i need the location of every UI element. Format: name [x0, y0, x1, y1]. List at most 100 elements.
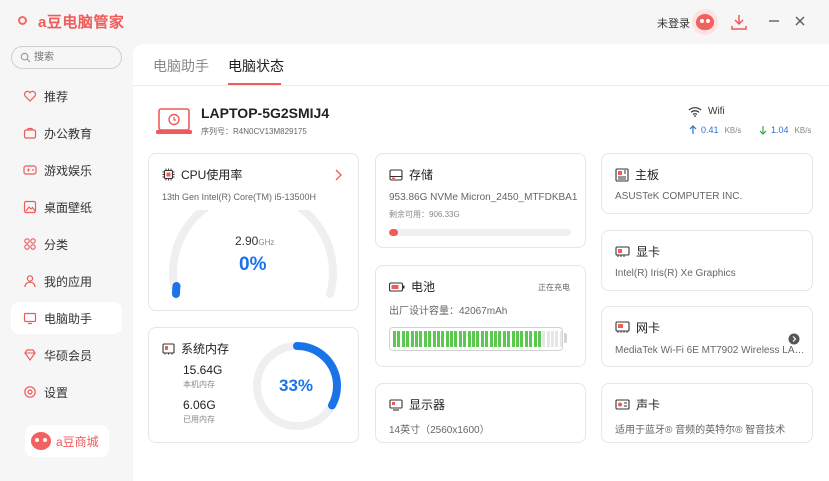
tab-pc-assistant[interactable]: 电脑助手	[153, 56, 209, 76]
sidebar-item-office-education[interactable]: 办公教育	[11, 117, 122, 149]
sidebar-item-label: 游戏娱乐	[44, 163, 93, 178]
memory-card[interactable]: 系统内存 15.64G 本机内存 6.06G 已用内存 33%	[148, 327, 359, 443]
cpu-title: CPU使用率	[162, 166, 242, 183]
battery-cell	[493, 331, 497, 347]
cpu-card[interactable]: CPU使用率 13th Gen Intel(R) Core(TM) i5-135…	[148, 153, 359, 311]
tab-pc-status[interactable]: 电脑状态	[228, 56, 284, 76]
battery-cell	[436, 331, 440, 347]
upload-value: 0.41	[701, 125, 719, 135]
search-input[interactable]	[34, 50, 116, 65]
close-icon[interactable]	[792, 13, 808, 29]
nic-card[interactable]: 网卡 MediaTek Wi-Fi 6E MT7902 Wireless LAN…	[601, 306, 813, 367]
sound-card[interactable]: 声卡 适用于蓝牙® 音频的英特尔® 智音技术	[601, 383, 813, 443]
sidebar-item-label: 桌面壁纸	[44, 200, 93, 215]
briefcase-icon	[23, 127, 37, 139]
nic-name: MediaTek Wi-Fi 6E MT7902 Wireless LAN...	[615, 345, 807, 356]
sidebar-item-games[interactable]: 游戏娱乐	[11, 154, 122, 186]
memory-used: 6.06G	[183, 398, 216, 412]
cpu-model: 13th Gen Intel(R) Core(TM) i5-13500H	[162, 192, 317, 202]
battery-icon	[389, 281, 405, 292]
sidebar-item-settings[interactable]: 设置	[11, 376, 122, 408]
display-card[interactable]: 显示器 14英寸（2560x1600）	[375, 383, 586, 443]
gamepad-icon	[23, 165, 37, 175]
arrow-up-icon	[689, 125, 697, 134]
storage-free: 剩余可用：906.33G	[389, 210, 460, 219]
sidebar-item-category[interactable]: 分类	[11, 228, 122, 260]
sidebar-item-pc-assistant[interactable]: 电脑助手	[11, 302, 122, 334]
shop-label: a豆商城	[56, 434, 99, 449]
motherboard-icon	[615, 167, 629, 182]
sound-card-icon	[615, 398, 630, 410]
title-bar: a豆电脑管家 未登录	[0, 0, 829, 44]
battery-cell	[423, 331, 427, 347]
memory-title: 系统内存	[162, 340, 229, 357]
mascot-icon	[696, 14, 714, 30]
monitor-icon	[23, 312, 37, 325]
battery-card[interactable]: 电池 正在充电 出厂设计容量：42067mAh	[375, 265, 586, 367]
sidebar-item-wallpaper[interactable]: 桌面壁纸	[11, 191, 122, 223]
storage-icon	[389, 168, 403, 181]
settings-icon	[24, 386, 36, 398]
battery-level-bar	[389, 327, 563, 351]
search-icon	[20, 52, 31, 63]
battery-cell	[555, 331, 559, 347]
diamond-icon	[24, 349, 36, 362]
app-title: a豆电脑管家	[38, 14, 125, 31]
avatar[interactable]	[692, 9, 718, 35]
chevron-right-icon[interactable]	[334, 169, 342, 181]
battery-cell	[441, 331, 445, 347]
search-box[interactable]	[11, 46, 122, 69]
memory-icon	[162, 342, 175, 354]
battery-cell	[428, 331, 432, 347]
battery-cell	[533, 331, 537, 347]
memory-used-label: 已用内存	[183, 415, 215, 424]
battery-cell	[542, 331, 546, 347]
battery-cell	[524, 331, 528, 347]
sidebar-item-label: 设置	[44, 385, 69, 400]
wifi-status: Wifi	[688, 106, 725, 117]
battery-cell	[463, 331, 467, 347]
login-status[interactable]: 未登录	[657, 15, 690, 31]
storage-card[interactable]: 存储 953.86G NVMe Micron_2450_MTFDKBA1T0 剩…	[375, 153, 586, 248]
serial-number: 序列号：R4N0CV13M829175	[201, 127, 307, 136]
battery-cell	[537, 331, 541, 347]
battery-capacity: 出厂设计容量：42067mAh	[389, 306, 508, 317]
upload-unit: KB/s	[724, 125, 742, 135]
battery-cell	[546, 331, 550, 347]
sidebar-item-my-apps[interactable]: 我的应用	[11, 265, 122, 297]
battery-cell	[419, 331, 423, 347]
gpu-name: Intel(R) Iris(R) Xe Graphics	[615, 268, 736, 279]
storage-title: 存储	[389, 166, 433, 183]
display-title: 显示器	[389, 396, 445, 413]
battery-cell	[485, 331, 489, 347]
shop-button[interactable]: a豆商城	[25, 425, 109, 457]
app-logo-icon	[18, 16, 27, 25]
minimize-icon[interactable]	[766, 13, 782, 29]
battery-cell	[458, 331, 462, 347]
battery-cell	[489, 331, 493, 347]
network-card-icon	[615, 321, 630, 333]
download-icon[interactable]	[729, 12, 749, 32]
wifi-label: Wifi	[708, 106, 725, 117]
sidebar-item-membership[interactable]: 华硕会员	[11, 339, 122, 371]
battery-cell	[397, 331, 401, 347]
nic-title: 网卡	[615, 319, 660, 336]
chevron-circle-icon[interactable]	[788, 333, 800, 345]
battery-cell	[472, 331, 476, 347]
main-panel: 电脑助手 电脑状态 LAPTOP-5G2SMIJ4 序列号：R4N0CV13M8…	[133, 44, 829, 481]
battery-cell	[432, 331, 436, 347]
sidebar-item-label: 华硕会员	[44, 348, 93, 363]
upload-speed: 0.41 KB/s	[689, 125, 741, 135]
gpu-card[interactable]: 显卡 Intel(R) Iris(R) Xe Graphics	[601, 230, 813, 291]
download-unit: KB/s	[794, 125, 812, 135]
sidebar-item-label: 推荐	[44, 89, 69, 104]
battery-cell	[414, 331, 418, 347]
laptop-icon	[156, 108, 192, 134]
memory-percent: 33%	[279, 376, 314, 395]
battery-cell	[559, 331, 562, 347]
sidebar-item-recommend[interactable]: 推荐	[11, 80, 122, 112]
motherboard-card[interactable]: 主板 ASUSTeK COMPUTER INC.	[601, 153, 813, 214]
gpu-icon	[615, 245, 630, 257]
sidebar-item-label: 我的应用	[44, 274, 93, 289]
gpu-title: 显卡	[615, 243, 660, 260]
